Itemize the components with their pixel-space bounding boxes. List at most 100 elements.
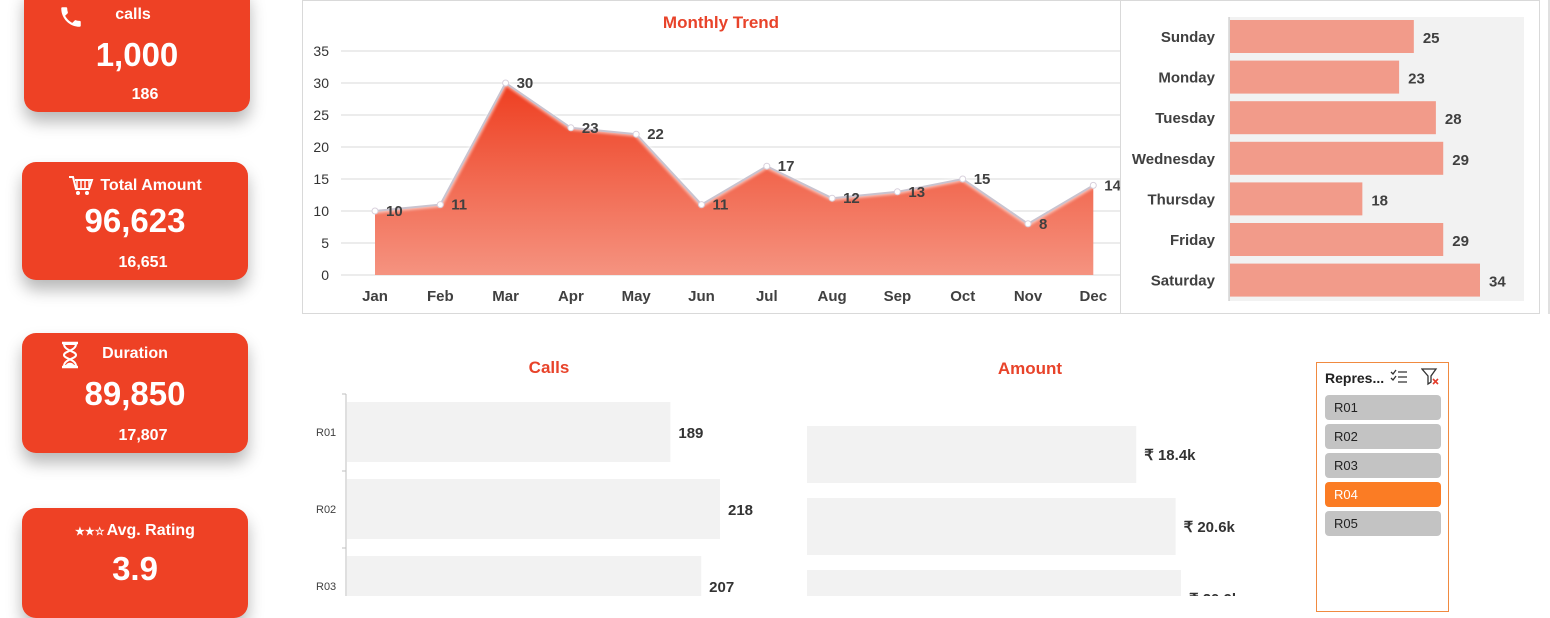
slicer-item-r04[interactable]: R04 xyxy=(1325,482,1441,507)
clear-filter-icon[interactable] xyxy=(1420,368,1441,391)
kpi-calls-sub: 186 xyxy=(131,86,159,103)
stars-icon: ★★☆ xyxy=(75,525,105,538)
representative-slicer[interactable]: Repres... R01 R02 R03 R04 R05 xyxy=(1316,362,1449,612)
weekday-bar xyxy=(1230,263,1480,297)
kpi-duration-sub: 17,807 xyxy=(118,427,168,444)
trend-data-label: 11 xyxy=(713,197,729,214)
kpi-duration-label-row: Duration xyxy=(22,341,248,369)
trend-point xyxy=(1089,181,1097,189)
kpi-rating-value: 3.9 xyxy=(112,550,158,587)
trend-point xyxy=(893,188,901,196)
trend-point xyxy=(436,201,444,209)
kpi-calls-value: 1,000 xyxy=(95,36,179,73)
trend-point xyxy=(567,124,575,132)
trend-data-label: 15 xyxy=(974,171,991,188)
weekday-label: Wednesday xyxy=(1132,151,1216,168)
trend-data-label: 11 xyxy=(451,197,467,214)
y-tick-label: 20 xyxy=(313,139,329,155)
weekday-label: Friday xyxy=(1170,232,1216,249)
weekday-chart: Sunday 25 Monday 23 Tuesday 28 Wednesday 29 Thur… xyxy=(1120,0,1540,314)
weekday-label: Sunday xyxy=(1161,29,1216,46)
x-tick-label: Sep xyxy=(884,288,912,305)
kpi-card-calls: calls 1,000 186 xyxy=(24,0,250,112)
slicer-item-r05[interactable]: R05 xyxy=(1325,511,1441,536)
y-tick-label: 0 xyxy=(321,267,329,283)
kpi-calls-label: calls xyxy=(115,6,151,23)
weekday-bar xyxy=(1230,182,1363,216)
y-tick-label: 15 xyxy=(313,171,329,187)
cart-icon xyxy=(68,175,94,197)
trend-data-label: 22 xyxy=(647,126,664,143)
kpi-amount-label-row: Total Amount xyxy=(22,175,248,197)
kpi-amount-label: Total Amount xyxy=(100,177,202,194)
phone-icon xyxy=(58,4,84,30)
multi-select-icon[interactable] xyxy=(1390,369,1408,390)
kpi-card-rating: ★★☆ Avg. Rating 3.9 xyxy=(22,508,248,618)
kpi-duration-label: Duration xyxy=(102,345,168,362)
trend-point xyxy=(959,175,967,183)
slicer-item-r03[interactable]: R03 xyxy=(1325,453,1441,478)
calls-bar xyxy=(347,479,720,539)
trend-point xyxy=(632,130,640,138)
weekday-label: Thursday xyxy=(1147,191,1215,208)
weekday-data-label: 28 xyxy=(1445,111,1462,128)
weekday-data-label: 29 xyxy=(1452,152,1469,169)
calls-data-label: 218 xyxy=(728,502,753,519)
weekday-data-label: 29 xyxy=(1452,233,1469,250)
kpi-rating-label-row: ★★☆ Avg. Rating xyxy=(22,522,248,540)
x-tick-label: Dec xyxy=(1080,288,1108,305)
slicer-item-r01[interactable]: R01 xyxy=(1325,395,1441,420)
weekday-label: Saturday xyxy=(1151,273,1216,290)
kpi-card-duration: Duration 89,850 17,807 xyxy=(22,333,248,453)
monthly-trend-chart: Monthly Trend 0 5 10 15 20 25 30 35 10 11 30 23 22 11… xyxy=(302,0,1140,314)
trend-data-label: 30 xyxy=(517,75,534,92)
y-tick-label: 30 xyxy=(313,75,329,91)
slicer-item-r02[interactable]: R02 xyxy=(1325,424,1441,449)
y-tick-label: 10 xyxy=(313,203,329,219)
calls-bar xyxy=(347,402,671,462)
weekday-bar xyxy=(1230,60,1400,94)
y-tick-label: 5 xyxy=(321,235,329,251)
trend-point xyxy=(698,201,705,209)
amount-bar xyxy=(807,426,1137,483)
trend-point xyxy=(502,79,510,87)
x-tick-label: Apr xyxy=(558,288,584,305)
amount-bar xyxy=(807,570,1181,596)
calls-category-label: R01 xyxy=(316,427,336,439)
weekday-data-label: 34 xyxy=(1489,274,1506,291)
kpi-amount-sub: 16,651 xyxy=(118,254,168,271)
kpi-duration-value: 89,850 xyxy=(84,375,186,412)
amount-bar xyxy=(807,498,1176,555)
amount-data-label: ₹ 20.6k xyxy=(1184,519,1236,536)
x-tick-label: Jun xyxy=(688,288,715,305)
kpi-calls-label-row: calls xyxy=(24,6,250,27)
calls-chart-title: Calls xyxy=(528,358,570,377)
trend-data-label: 23 xyxy=(582,120,599,137)
hourglass-icon xyxy=(60,341,80,369)
x-tick-label: Nov xyxy=(1014,288,1043,305)
calls-bar xyxy=(347,556,702,596)
weekday-data-label: 25 xyxy=(1423,30,1440,47)
amount-chart-title: Amount xyxy=(997,359,1063,378)
amount-data-label: ₹ 20.9k xyxy=(1189,591,1241,596)
trend-data-label: 12 xyxy=(843,190,860,207)
trend-point xyxy=(371,207,379,215)
trend-point xyxy=(828,194,836,202)
calls-chart: R01 189 R02 218 R03 207 xyxy=(316,393,753,596)
y-tick-label: 35 xyxy=(313,43,329,59)
trend-point xyxy=(1024,220,1032,228)
calls-data-label: 207 xyxy=(709,579,734,596)
y-tick-label: 25 xyxy=(313,107,329,123)
weekday-data-label: 23 xyxy=(1408,71,1425,88)
weekday-bar xyxy=(1230,223,1444,256)
x-tick-label: Jul xyxy=(756,288,778,305)
weekday-bar xyxy=(1230,101,1436,135)
calls-category-label: R02 xyxy=(316,504,336,516)
x-tick-label: Aug xyxy=(818,288,847,305)
monthly-trend-plot: 0510152025303510 113023 22111712 1315814Jan… xyxy=(313,43,1139,305)
trend-data-label: 8 xyxy=(1039,216,1047,233)
weekday-label: Monday xyxy=(1158,70,1215,87)
amount-chart: ₹ 18.4k ₹ 20.6k ₹ 20.9k xyxy=(807,426,1241,596)
x-tick-label: May xyxy=(622,288,652,305)
weekday-plot: Sunday 25 Monday 23 Tuesday 28 Wednesday 29 Thur… xyxy=(1132,17,1524,301)
